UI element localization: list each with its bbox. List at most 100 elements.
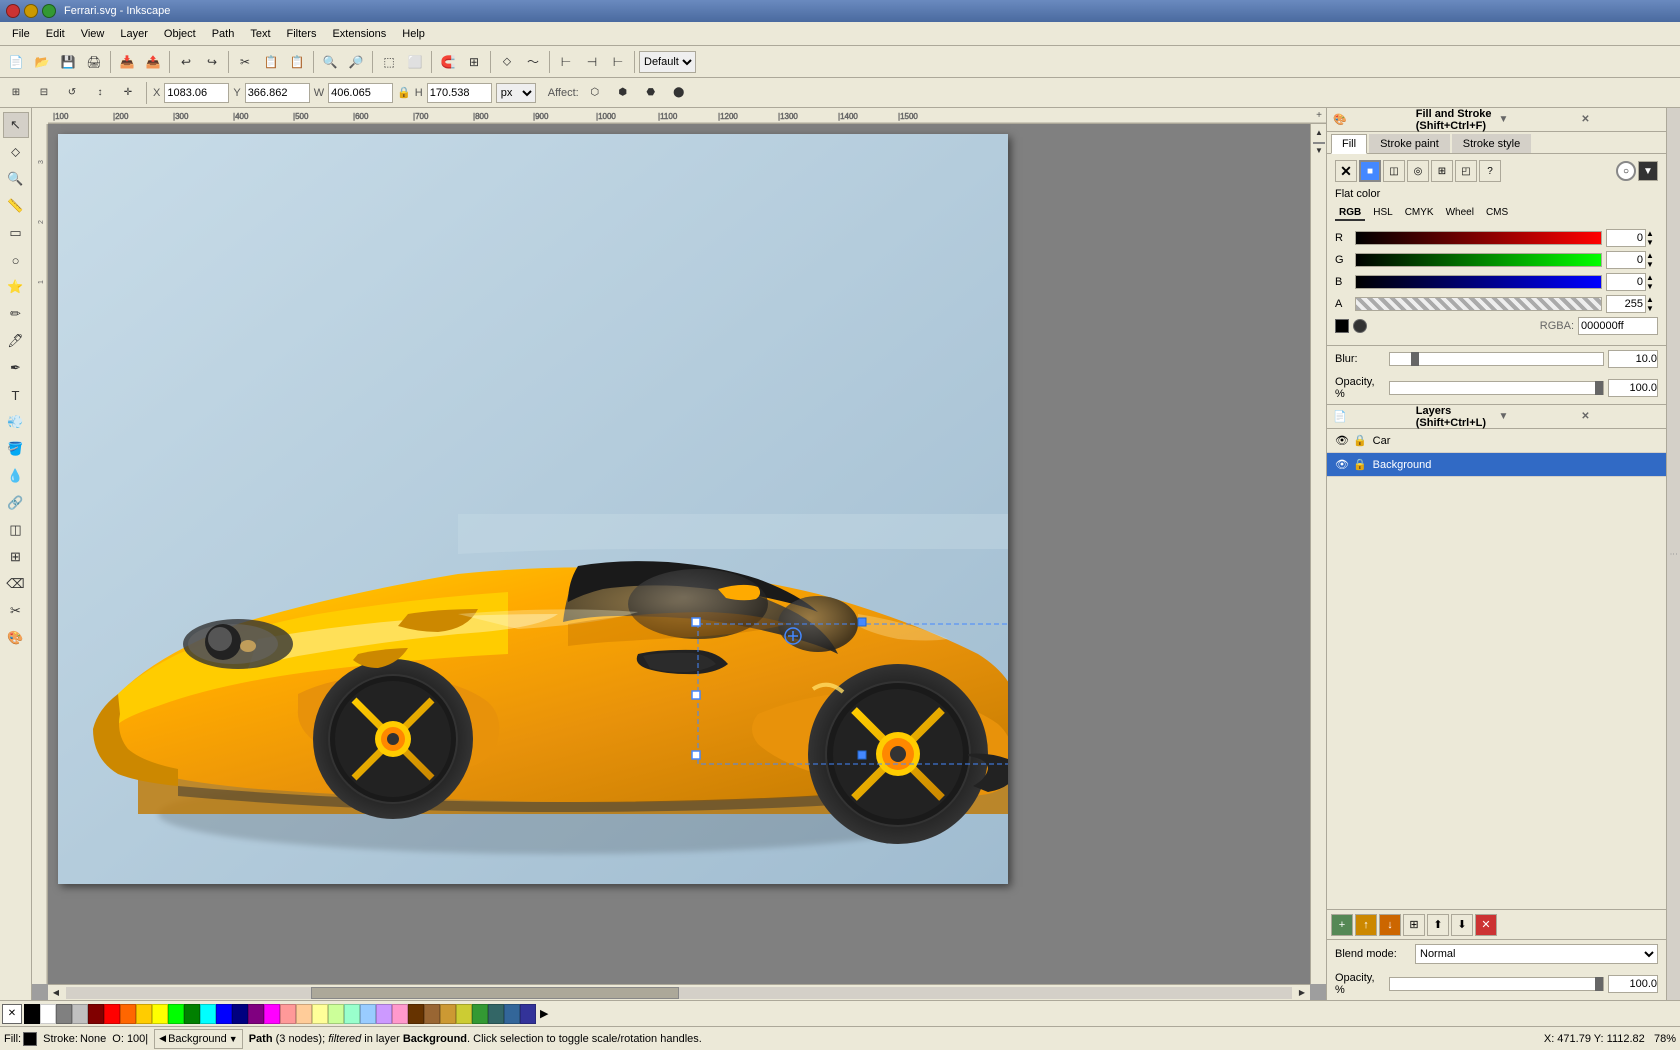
spray-tool[interactable]: 💨 [3,409,29,435]
layers-close[interactable]: ✕ [1581,411,1660,422]
b-down[interactable]: ▼ [1646,282,1658,291]
affect-geo[interactable]: ⬡ [583,81,607,105]
r-down[interactable]: ▼ [1646,238,1658,247]
palette-swatch[interactable] [520,1004,536,1024]
g-down[interactable]: ▼ [1646,260,1658,269]
menu-view[interactable]: View [73,26,113,42]
menu-filters[interactable]: Filters [279,26,325,42]
palette-swatch[interactable] [264,1004,280,1024]
new-button[interactable]: 📄 [4,50,28,74]
scale-btn[interactable]: ↕ [88,81,112,105]
r-input[interactable] [1606,229,1646,247]
undo-button[interactable]: ↩ [174,50,198,74]
hsl-tab[interactable]: HSL [1369,206,1396,221]
palette-swatch[interactable] [488,1004,504,1024]
unknown-paint-button[interactable]: ? [1479,160,1501,182]
paste-button[interactable]: 📋 [285,50,309,74]
wheel-tab[interactable]: Wheel [1442,206,1478,221]
vertical-scrollbar[interactable]: ▲ ▼ [1310,124,1326,984]
pencil-tool[interactable]: ✏ [3,301,29,327]
layer-car[interactable]: 👁 🔒 Car [1327,429,1666,453]
menu-path[interactable]: Path [204,26,243,42]
measure-tool[interactable]: 📏 [3,193,29,219]
pen-tool[interactable]: 🖊 [3,328,29,354]
cut-button[interactable]: ✂ [233,50,257,74]
blur-slider[interactable] [1389,352,1604,366]
fill-tool[interactable]: 🪣 [3,436,29,462]
palette-swatch[interactable] [152,1004,168,1024]
close-button[interactable] [6,4,20,18]
scroll-right-button[interactable]: ▶ [1294,985,1310,1001]
bezier-button[interactable]: 〜 [521,50,545,74]
palette-swatch[interactable] [280,1004,296,1024]
palette-swatch[interactable] [392,1004,408,1024]
pattern-button[interactable]: ⊞ [1431,160,1453,182]
import-button[interactable]: 📥 [115,50,139,74]
swatch-button[interactable]: ◰ [1455,160,1477,182]
tab-stroke-style[interactable]: Stroke style [1452,134,1531,153]
layer-dup-button[interactable]: ⊞ [1403,914,1425,936]
no-paint-button[interactable]: ✕ [1335,160,1357,182]
layer-opacity-input[interactable] [1608,975,1658,993]
scroll-left-button[interactable]: ◀ [48,985,64,1001]
color-preview-play[interactable]: ▶ [1335,319,1349,333]
palette-swatch[interactable] [424,1004,440,1024]
affect-stroke[interactable]: ⬢ [611,81,635,105]
gradient-direction-button[interactable]: ▼ [1638,161,1658,181]
h-input[interactable] [427,83,492,103]
layer-bg-lock[interactable]: 🔒 [1353,458,1367,471]
node-button[interactable]: ⬦ [495,50,519,74]
zoom-tool[interactable]: 🔍 [3,166,29,192]
palette-swatch[interactable] [360,1004,376,1024]
circle-tool[interactable]: ○ [3,247,29,273]
affect-filter[interactable]: ⬣ [639,81,663,105]
layer-indicator[interactable]: ◀ Background ▼ [154,1029,243,1049]
cms-tab[interactable]: CMS [1482,206,1512,221]
scroll-up-button[interactable]: ▲ [1311,124,1326,140]
zoom-out-button[interactable]: 🔎 [344,50,368,74]
palette-swatch[interactable] [88,1004,104,1024]
h-scroll-thumb[interactable] [311,987,679,999]
palette-swatch[interactable] [72,1004,88,1024]
snap-angle[interactable]: ↺ [60,81,84,105]
menu-text[interactable]: Text [242,26,278,42]
align-left-button[interactable]: ⊢ [554,50,578,74]
g-up[interactable]: ▲ [1646,251,1658,260]
palette-swatch[interactable] [312,1004,328,1024]
connector-tool[interactable]: 🔗 [3,490,29,516]
redo-button[interactable]: ↪ [200,50,224,74]
scissors-tool[interactable]: ✂ [3,598,29,624]
text-tool[interactable]: T [3,382,29,408]
palette-swatch[interactable] [328,1004,344,1024]
minimize-button[interactable] [24,4,38,18]
units-select[interactable]: px mm in [496,83,536,103]
palette-swatch[interactable] [296,1004,312,1024]
layer-move-down-button[interactable]: ⬇ [1451,914,1473,936]
v-scroll-thumb[interactable] [1313,142,1325,144]
fill-stroke-close[interactable]: ✕ [1581,114,1660,125]
palette-swatch[interactable] [40,1004,56,1024]
y-input[interactable] [245,83,310,103]
radial-gradient-button[interactable]: ◎ [1407,160,1429,182]
x-input[interactable] [164,83,229,103]
w-input[interactable] [328,83,393,103]
blend-mode-select[interactable]: Normal Multiply Screen Overlay [1415,944,1658,964]
palette-swatch[interactable] [168,1004,184,1024]
layer-car-visibility[interactable]: 👁 [1335,434,1349,447]
layer-move-up-button[interactable]: ⬆ [1427,914,1449,936]
menu-edit[interactable]: Edit [38,26,73,42]
layer-opacity-slider[interactable] [1389,977,1604,991]
flat-color-button[interactable]: ■ [1359,160,1381,182]
palette-swatch[interactable] [56,1004,72,1024]
zoom-in-button[interactable]: 🔍 [318,50,342,74]
snap-grid-button[interactable]: ⊞ [462,50,486,74]
affect-clip[interactable]: ⬤ [667,81,691,105]
move-btn[interactable]: ✛ [116,81,140,105]
cmyk-tab[interactable]: CMYK [1401,206,1438,221]
rgb-tab[interactable]: RGB [1335,206,1365,221]
export-button[interactable]: 📤 [141,50,165,74]
layer-add-button[interactable]: + [1331,914,1353,936]
canvas-content[interactable] [48,124,1310,984]
gradient-tool[interactable]: ◫ [3,517,29,543]
palette-swatch[interactable] [232,1004,248,1024]
